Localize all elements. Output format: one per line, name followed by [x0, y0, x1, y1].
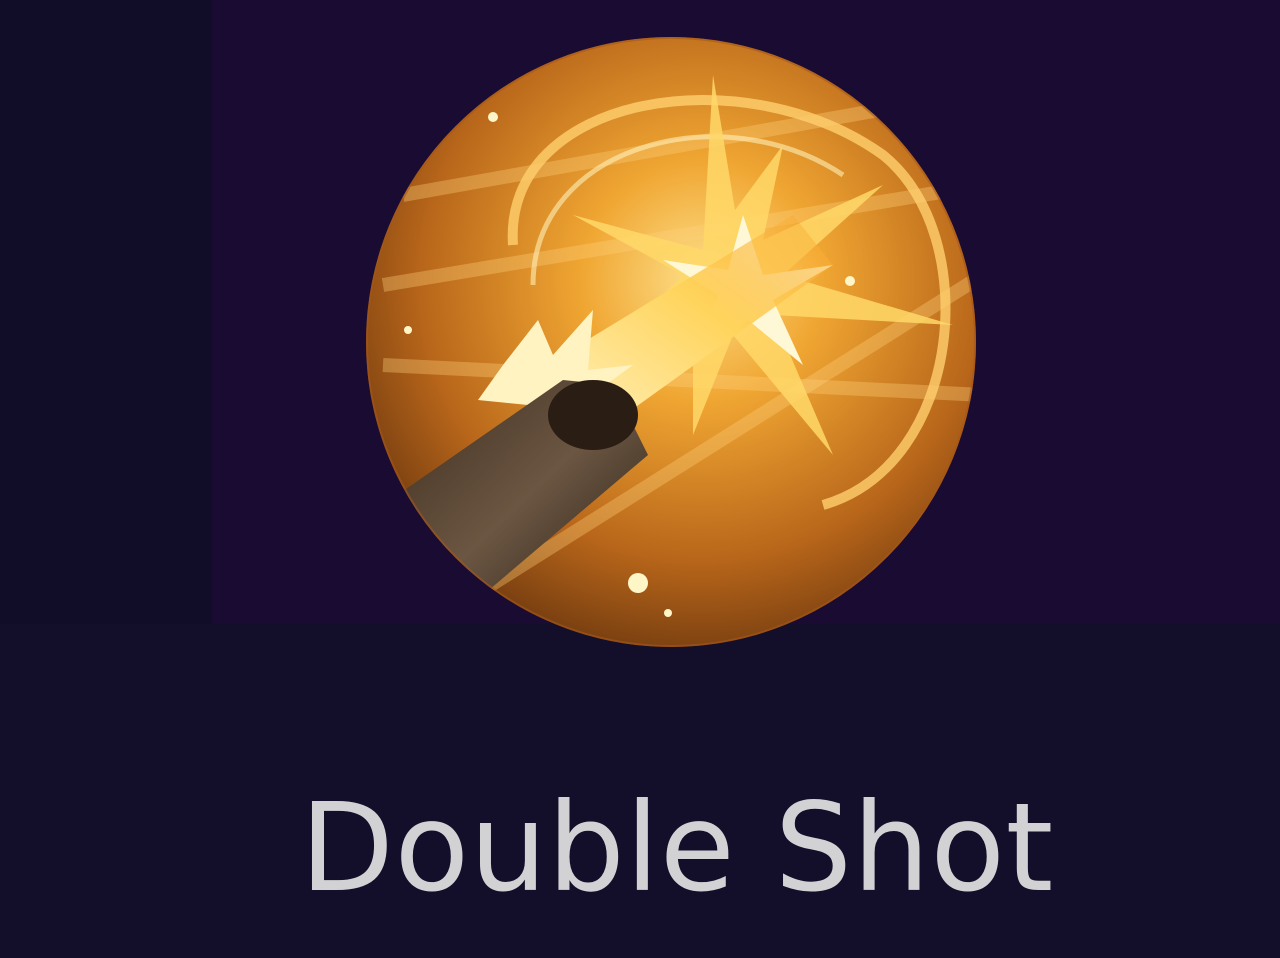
- skill-card: Double Shot: [0, 0, 1280, 958]
- skill-name-label: Double Shot: [300, 777, 1054, 919]
- side-panel: [0, 0, 212, 624]
- double-shot-icon[interactable]: [363, 35, 979, 649]
